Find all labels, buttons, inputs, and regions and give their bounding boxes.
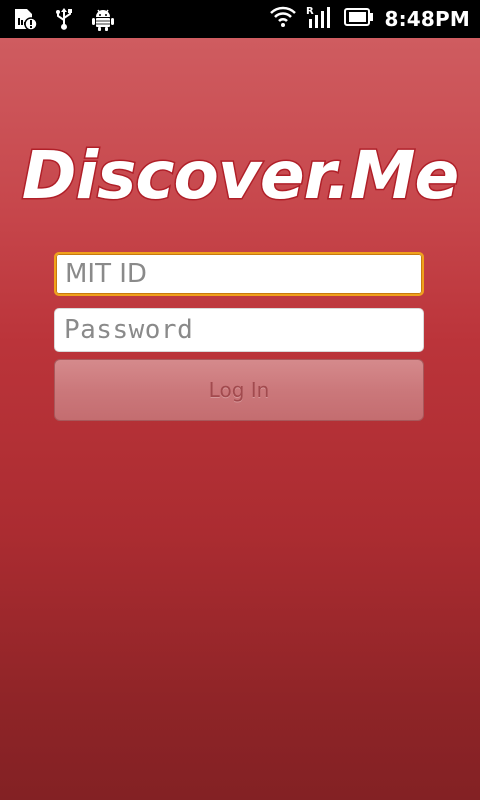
notification-icons [12, 6, 116, 36]
battery-icon [344, 8, 374, 30]
svg-text:R: R [306, 6, 314, 17]
roaming-signal-icon: R [306, 5, 334, 33]
logo-wordmark: Discover.Me [20, 136, 461, 216]
wifi-icon [270, 6, 297, 32]
usb-icon [52, 6, 76, 36]
mit-id-input[interactable] [54, 252, 424, 296]
system-icons: R 8:48PM [270, 4, 470, 34]
clock: 8:48PM [384, 7, 470, 31]
password-input[interactable] [54, 308, 424, 352]
status-bar: R 8:48PM [0, 0, 480, 38]
android-debug-icon [90, 6, 116, 36]
login-screen: Discover.Me Log In [0, 38, 480, 800]
sd-card-warning-icon [12, 6, 38, 36]
login-button[interactable]: Log In [54, 359, 424, 421]
logo-text: Discover.Me [22, 137, 459, 214]
app-logo: Discover.Me [0, 128, 480, 218]
